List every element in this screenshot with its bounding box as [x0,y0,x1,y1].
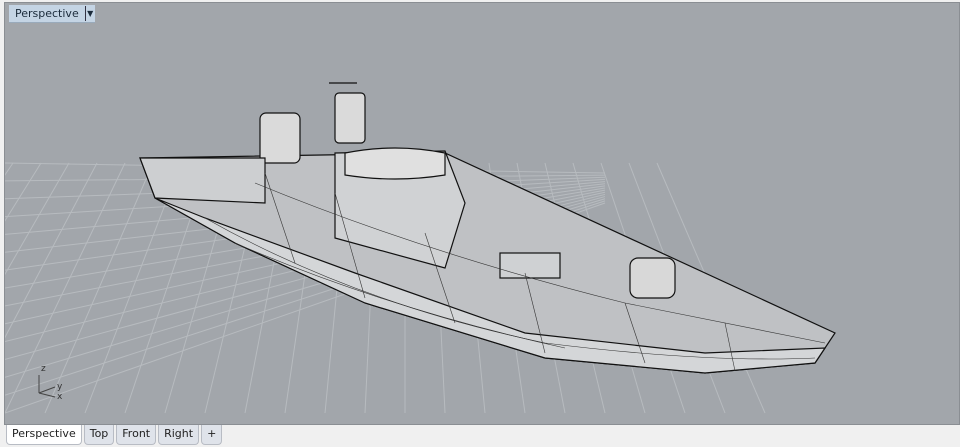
viewport-title[interactable]: Perspective [9,7,85,20]
viewport-scene: z y x [5,82,836,414]
viewport-tabs: Perspective Top Front Right + [6,425,223,445]
perspective-viewport[interactable]: z y x Perspective ▼ [4,2,960,425]
axis-y-label: y [57,382,63,392]
chevron-down-icon[interactable]: ▼ [84,6,95,21]
axis-x-label: x [57,392,63,402]
axis-indicator [38,375,56,398]
axis-z-label: z [41,364,46,374]
tab-right[interactable]: Right [158,425,200,445]
tab-front[interactable]: Front [116,425,157,445]
add-viewport-tab-button[interactable]: + [201,425,223,445]
tab-perspective[interactable]: Perspective [6,425,82,445]
tab-top[interactable]: Top [83,425,115,445]
viewport-title-bar[interactable]: Perspective ▼ [9,5,95,23]
